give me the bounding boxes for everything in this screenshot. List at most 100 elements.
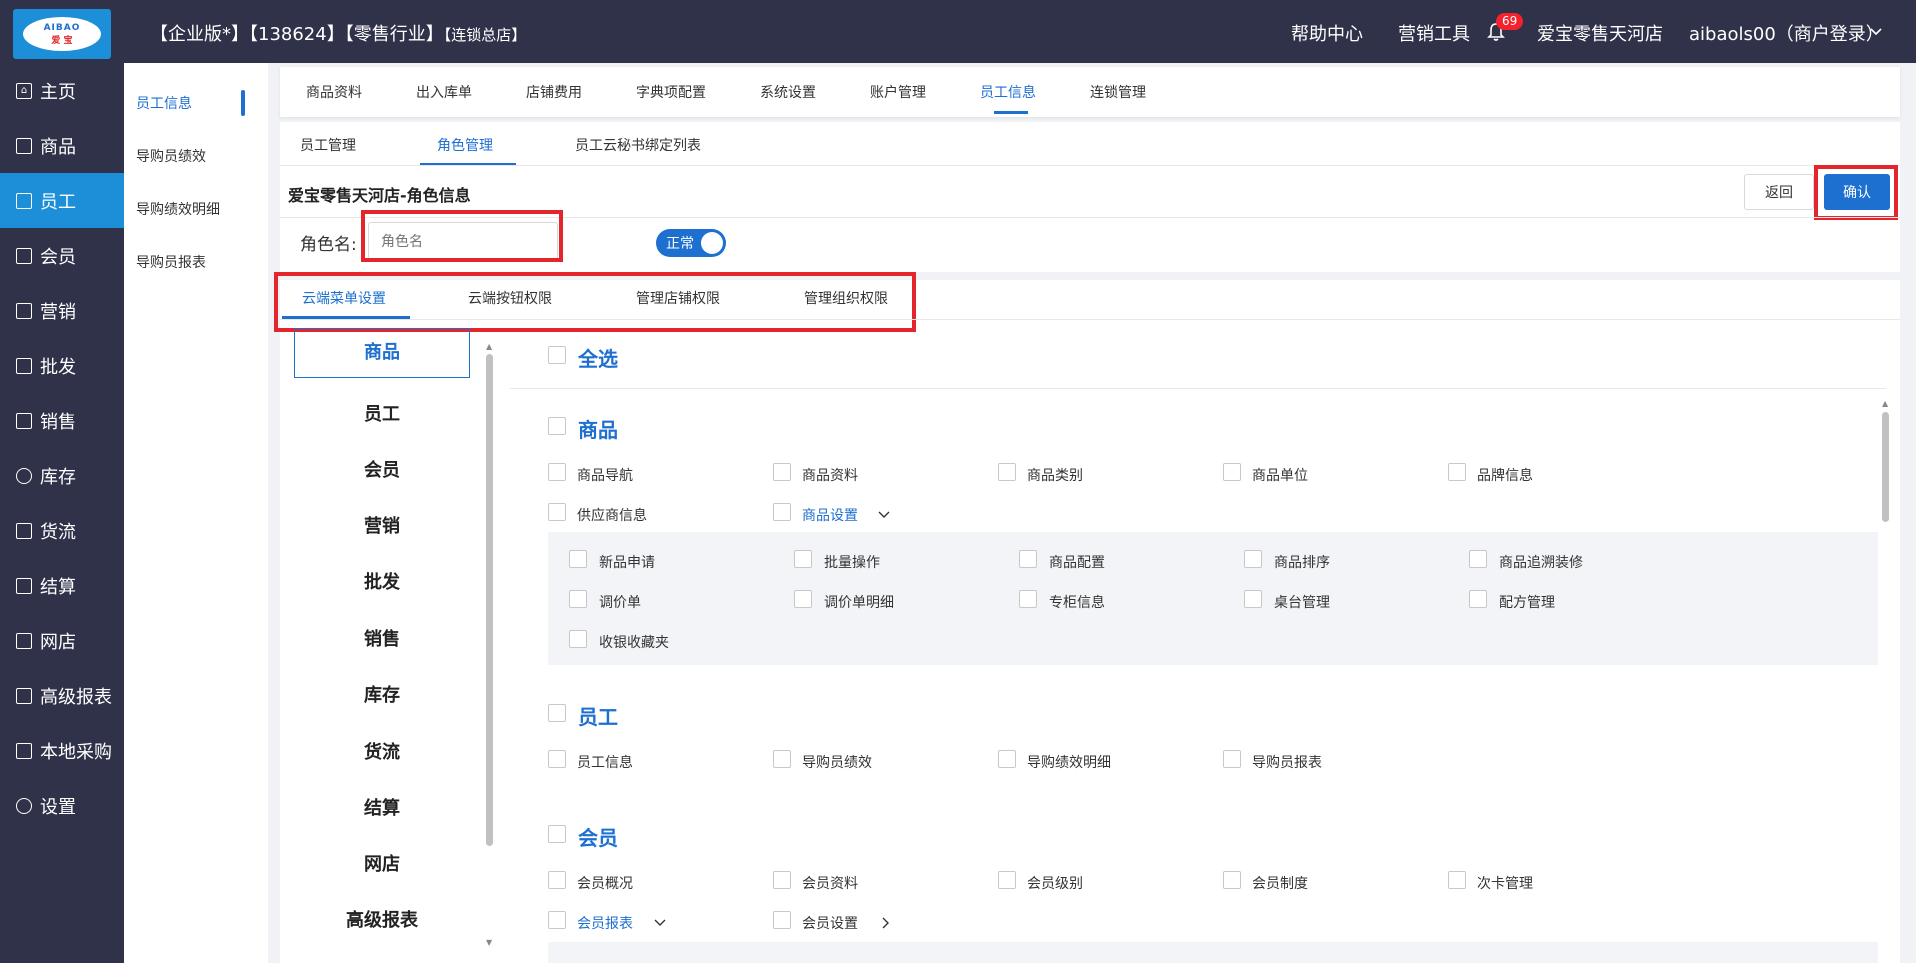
tab-staff-info[interactable]: 员工信息 [980,82,1036,102]
scroll-down-arrow[interactable]: ▼ [486,938,492,947]
perm-checkbox[interactable] [1019,590,1037,608]
wholesale-icon [16,357,32,374]
perm-checkbox[interactable] [1223,871,1241,889]
tab-goods-data[interactable]: 商品资料 [306,82,362,102]
perm-checkbox[interactable] [1448,463,1466,481]
category-marketing[interactable]: 营销 [294,512,470,538]
perm-checkbox[interactable] [998,871,1016,889]
perm-checkbox[interactable] [569,550,587,568]
tab-store-expense[interactable]: 店铺费用 [526,82,582,102]
scroll-up-arrow[interactable]: ▲ [1882,399,1888,408]
status-toggle[interactable]: 正常 [656,229,726,257]
nav-report[interactable]: 高级报表 [0,668,124,723]
logistics-icon [16,522,32,539]
nav-goods[interactable]: 商品 [0,118,124,173]
tab-chain[interactable]: 连锁管理 [1090,82,1146,102]
perm-checkbox[interactable] [1469,550,1487,568]
perm-checkbox[interactable] [773,750,791,768]
subnav-guide-performance[interactable]: 导购员绩效 [136,146,206,166]
perm-checkbox[interactable] [1448,871,1466,889]
perm-checkbox[interactable] [794,590,812,608]
subnav-guide-detail[interactable]: 导购绩效明细 [136,199,220,219]
nav-home[interactable]: ⌂ 主页 [0,63,124,118]
category-scrollbar[interactable] [486,354,493,846]
category-shop[interactable]: 网店 [294,850,470,876]
perm-checkbox[interactable] [1244,590,1262,608]
group-staff-checkbox[interactable] [548,704,566,722]
member-report-toggle[interactable]: 会员报表 [577,913,633,933]
chevron-down-icon[interactable] [654,919,666,927]
nav-settlement[interactable]: 结算 [0,558,124,613]
category-sales[interactable]: 销售 [294,625,470,651]
chevron-down-icon[interactable] [1870,28,1882,36]
perm-checkbox[interactable] [773,463,791,481]
nav-shop[interactable]: 网店 [0,613,124,668]
perm-checkbox[interactable] [998,463,1016,481]
category-inventory[interactable]: 库存 [294,681,470,707]
nav-wholesale[interactable]: 批发 [0,338,124,393]
chevron-right-icon[interactable] [882,917,890,929]
nav-staff[interactable]: 员工 [0,173,124,228]
perm-checkbox[interactable] [548,503,566,521]
chevron-down-icon[interactable] [878,511,890,519]
subtab-cloud-secretary[interactable]: 员工云秘书绑定列表 [575,135,701,155]
member-report-panel [548,942,1878,963]
category-wholesale[interactable]: 批发 [294,568,470,594]
perm-checkbox[interactable] [794,550,812,568]
group-goods-checkbox[interactable] [548,417,566,435]
tab-account[interactable]: 账户管理 [870,82,926,102]
scroll-up-arrow[interactable]: ▲ [486,342,492,351]
inventory-icon [16,467,32,484]
subtab-role-mgmt[interactable]: 角色管理 [437,135,493,155]
store-name[interactable]: 爱宝零售天河店 [1537,20,1663,46]
perm-checkbox[interactable] [1019,550,1037,568]
perm-checkbox[interactable] [773,503,791,521]
category-goods[interactable]: 商品 [294,328,470,378]
group-goods-title: 商品 [578,418,618,442]
perm-checkbox[interactable] [1223,750,1241,768]
category-logistics[interactable]: 货流 [294,738,470,764]
group-member-checkbox[interactable] [548,825,566,843]
subnav-guide-report[interactable]: 导购员报表 [136,252,206,272]
perm-checkbox[interactable] [998,750,1016,768]
category-settlement[interactable]: 结算 [294,794,470,820]
member-settings-toggle[interactable]: 会员设置 [802,913,858,933]
select-all-checkbox[interactable] [548,346,566,364]
help-center-link[interactable]: 帮助中心 [1291,20,1363,46]
perm-checkbox[interactable] [569,590,587,608]
marketing-tools-link[interactable]: 营销工具 [1398,20,1470,46]
nav-logistics[interactable]: 货流 [0,503,124,558]
aibao-logo[interactable]: AIBAO 爱 宝 [13,9,111,59]
goods-settings-toggle[interactable]: 商品设置 [802,505,858,525]
user-menu[interactable]: aibaols00（商户登录） [1689,20,1884,46]
perm-label: 导购绩效明细 [1027,755,1111,771]
tab-stock-orders[interactable]: 出入库单 [416,82,472,102]
perm-checkbox[interactable] [569,630,587,648]
category-member[interactable]: 会员 [294,456,470,482]
perm-checkbox[interactable] [548,871,566,889]
perm-checkbox[interactable] [548,750,566,768]
tab-dictionary[interactable]: 字典项配置 [636,82,706,102]
category-staff[interactable]: 员工 [294,400,470,426]
perm-checkbox[interactable] [548,911,566,929]
nav-purchase[interactable]: 本地采购 [0,723,124,778]
perm-checkbox[interactable] [773,911,791,929]
perm-checkbox[interactable] [1223,463,1241,481]
nav-sales[interactable]: 销售 [0,393,124,448]
nav-member[interactable]: 会员 [0,228,124,283]
nav-settings[interactable]: 设置 [0,778,124,833]
permissions-scrollbar[interactable] [1882,412,1889,522]
perm-checkbox[interactable] [548,463,566,481]
back-button[interactable]: 返回 [1744,174,1814,210]
subtab-staff-mgmt[interactable]: 员工管理 [300,135,356,155]
perm-label: 桌台管理 [1274,595,1330,611]
tab-system-settings[interactable]: 系统设置 [760,82,816,102]
perm-checkbox[interactable] [1244,550,1262,568]
nav-marketing[interactable]: 营销 [0,283,124,338]
perm-checkbox[interactable] [773,871,791,889]
nav-inventory[interactable]: 库存 [0,448,124,503]
perm-checkbox[interactable] [1469,590,1487,608]
purchase-icon [16,742,32,759]
category-report[interactable]: 高级报表 [294,906,470,932]
subnav-staff-info[interactable]: 员工信息 [136,93,192,113]
